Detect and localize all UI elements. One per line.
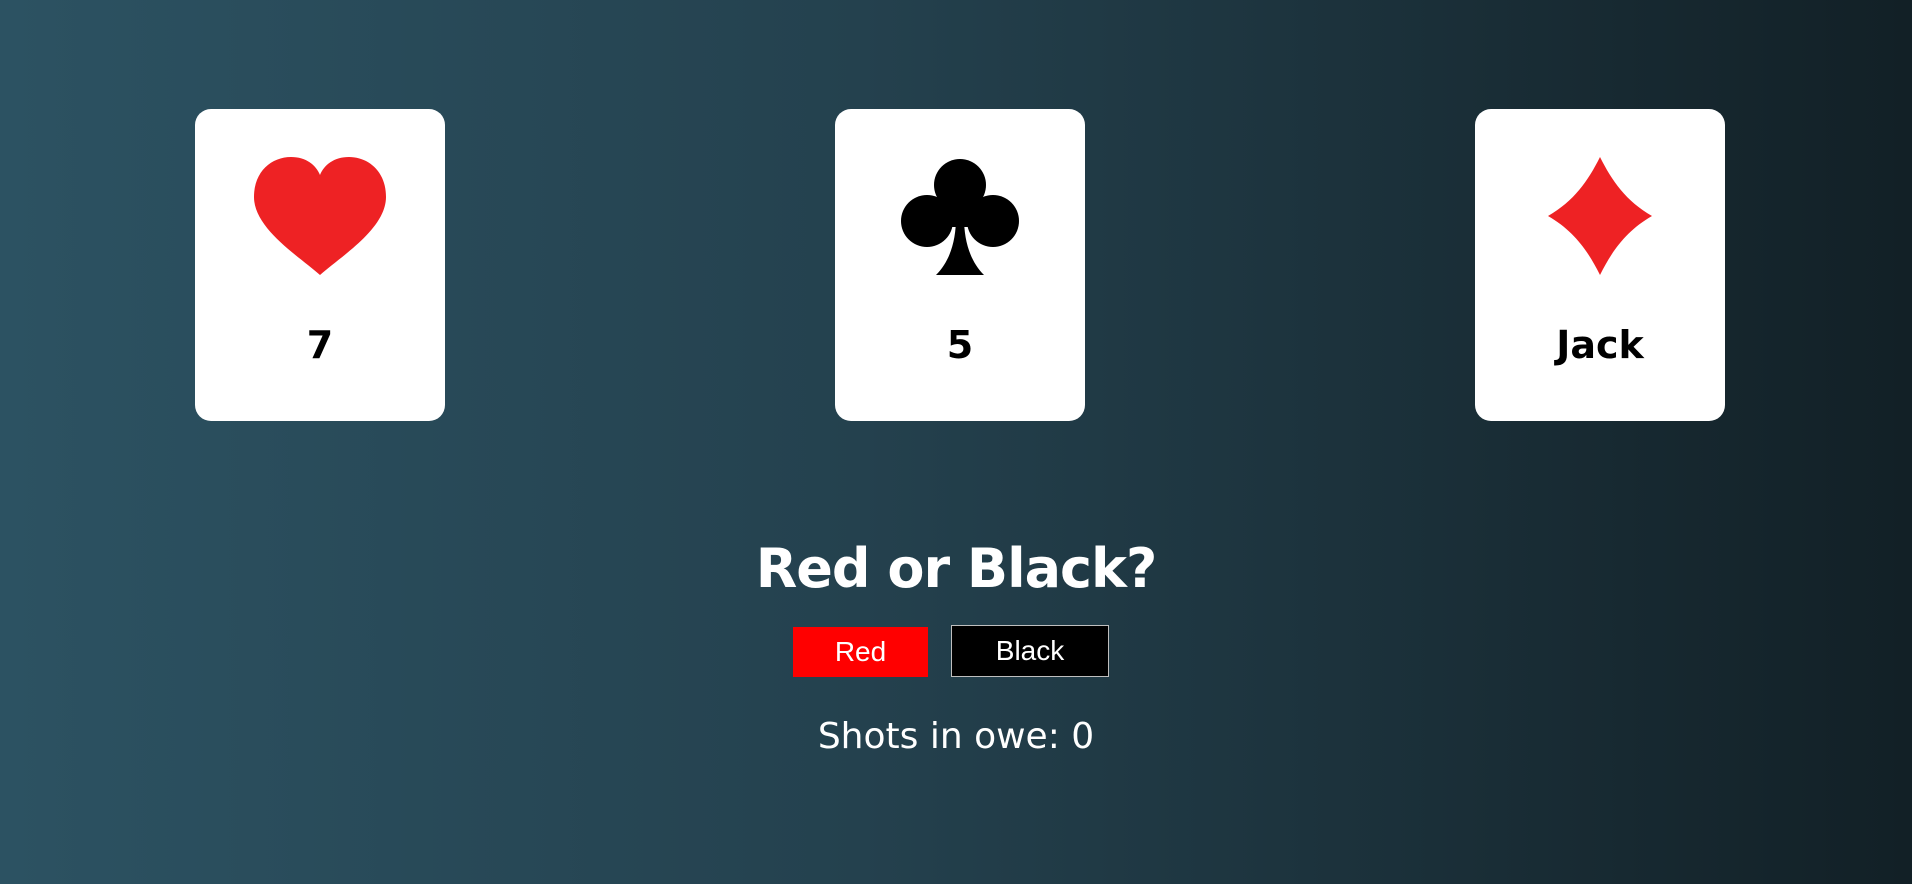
diamond-icon (1534, 157, 1666, 275)
heart-icon (254, 157, 386, 275)
red-button[interactable]: Red (793, 627, 928, 677)
question-heading: Red or Black? (755, 537, 1158, 600)
club-icon (894, 157, 1026, 275)
card-1: 7 (195, 109, 445, 421)
card-rank: 7 (306, 323, 334, 367)
card-rank: 5 (946, 323, 974, 367)
black-button[interactable]: Black (951, 625, 1109, 677)
card-2: 5 (835, 109, 1085, 421)
shots-counter: Shots in owe: 0 (817, 716, 1095, 757)
card-rank: Jack (1556, 323, 1644, 367)
card-3: Jack (1475, 109, 1725, 421)
